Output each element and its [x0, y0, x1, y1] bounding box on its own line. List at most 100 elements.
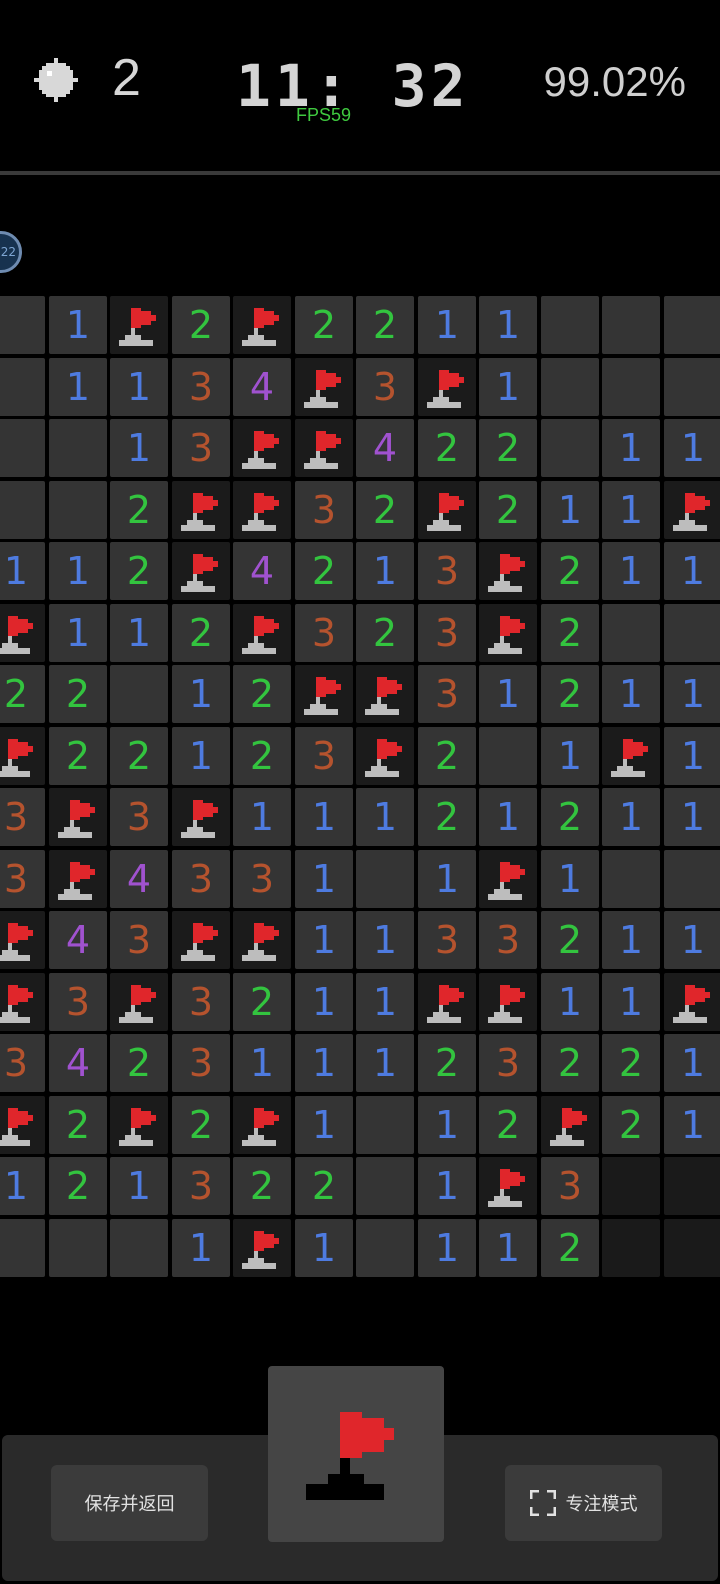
number-cell[interactable]: 3	[295, 604, 353, 662]
flagged-cell[interactable]	[0, 1096, 45, 1154]
number-cell[interactable]: 1	[664, 1096, 720, 1154]
number-cell[interactable]: 4	[233, 542, 291, 600]
number-cell[interactable]: 3	[541, 1157, 599, 1215]
flagged-cell[interactable]	[541, 1096, 599, 1154]
flagged-cell[interactable]	[0, 911, 45, 969]
number-cell[interactable]: 1	[602, 665, 660, 723]
number-cell[interactable]: 1	[295, 911, 353, 969]
number-cell[interactable]: 1	[356, 542, 414, 600]
number-cell[interactable]: 2	[49, 665, 107, 723]
empty-cell[interactable]	[602, 358, 660, 416]
number-cell[interactable]: 1	[295, 1096, 353, 1154]
number-cell[interactable]: 1	[664, 665, 720, 723]
empty-cell[interactable]	[0, 1219, 45, 1277]
number-cell[interactable]: 1	[479, 296, 537, 354]
number-cell[interactable]: 1	[172, 727, 230, 785]
number-cell[interactable]: 1	[664, 542, 720, 600]
number-cell[interactable]: 1	[418, 850, 476, 908]
flagged-cell[interactable]	[356, 665, 414, 723]
empty-cell[interactable]	[479, 727, 537, 785]
number-cell[interactable]: 2	[49, 1096, 107, 1154]
number-cell[interactable]: 1	[295, 973, 353, 1031]
number-cell[interactable]: 2	[110, 1034, 168, 1092]
player-avatar[interactable]: 22	[0, 231, 22, 273]
number-cell[interactable]: 1	[356, 1034, 414, 1092]
number-cell[interactable]: 2	[49, 1157, 107, 1215]
number-cell[interactable]: 1	[356, 973, 414, 1031]
number-cell[interactable]: 1	[418, 1219, 476, 1277]
number-cell[interactable]: 2	[110, 481, 168, 539]
number-cell[interactable]: 2	[233, 665, 291, 723]
empty-cell[interactable]	[0, 481, 45, 539]
covered-cell[interactable]	[664, 1157, 720, 1215]
empty-cell[interactable]	[110, 665, 168, 723]
number-cell[interactable]: 1	[110, 604, 168, 662]
covered-cell[interactable]	[664, 1219, 720, 1277]
flagged-cell[interactable]	[233, 604, 291, 662]
number-cell[interactable]: 3	[418, 665, 476, 723]
number-cell[interactable]: 2	[418, 727, 476, 785]
empty-cell[interactable]	[49, 1219, 107, 1277]
number-cell[interactable]: 2	[0, 665, 45, 723]
flagged-cell[interactable]	[172, 542, 230, 600]
number-cell[interactable]: 3	[49, 973, 107, 1031]
flagged-cell[interactable]	[295, 358, 353, 416]
number-cell[interactable]: 2	[172, 296, 230, 354]
save-and-return-button[interactable]: 保存并返回	[51, 1465, 208, 1541]
flagged-cell[interactable]	[233, 911, 291, 969]
flagged-cell[interactable]	[172, 911, 230, 969]
flagged-cell[interactable]	[356, 727, 414, 785]
flagged-cell[interactable]	[110, 296, 168, 354]
number-cell[interactable]: 3	[418, 542, 476, 600]
number-cell[interactable]: 1	[418, 1096, 476, 1154]
number-cell[interactable]: 2	[233, 727, 291, 785]
number-cell[interactable]: 3	[172, 419, 230, 477]
number-cell[interactable]: 1	[0, 542, 45, 600]
number-cell[interactable]: 1	[418, 296, 476, 354]
flagged-cell[interactable]	[479, 1157, 537, 1215]
flagged-cell[interactable]	[479, 850, 537, 908]
number-cell[interactable]: 1	[0, 1157, 45, 1215]
number-cell[interactable]: 1	[602, 911, 660, 969]
number-cell[interactable]: 1	[602, 419, 660, 477]
number-cell[interactable]: 1	[664, 788, 720, 846]
number-cell[interactable]: 1	[664, 727, 720, 785]
number-cell[interactable]: 1	[664, 911, 720, 969]
empty-cell[interactable]	[602, 850, 660, 908]
number-cell[interactable]: 3	[479, 1034, 537, 1092]
number-cell[interactable]: 1	[602, 481, 660, 539]
number-cell[interactable]: 3	[0, 1034, 45, 1092]
number-cell[interactable]: 2	[418, 1034, 476, 1092]
number-cell[interactable]: 2	[49, 727, 107, 785]
flagged-cell[interactable]	[295, 419, 353, 477]
flagged-cell[interactable]	[664, 973, 720, 1031]
number-cell[interactable]: 3	[110, 911, 168, 969]
number-cell[interactable]: 1	[172, 665, 230, 723]
flagged-cell[interactable]	[0, 973, 45, 1031]
flagged-cell[interactable]	[479, 973, 537, 1031]
empty-cell[interactable]	[541, 296, 599, 354]
focus-mode-button[interactable]: 专注模式	[505, 1465, 662, 1541]
flagged-cell[interactable]	[418, 358, 476, 416]
number-cell[interactable]: 2	[541, 788, 599, 846]
flag-mode-toggle-button[interactable]	[268, 1366, 444, 1542]
number-cell[interactable]: 2	[602, 1034, 660, 1092]
number-cell[interactable]: 1	[233, 788, 291, 846]
number-cell[interactable]: 1	[479, 1219, 537, 1277]
empty-cell[interactable]	[0, 419, 45, 477]
number-cell[interactable]: 2	[418, 419, 476, 477]
flagged-cell[interactable]	[49, 850, 107, 908]
number-cell[interactable]: 1	[541, 973, 599, 1031]
number-cell[interactable]: 2	[418, 788, 476, 846]
number-cell[interactable]: 1	[49, 296, 107, 354]
empty-cell[interactable]	[356, 1219, 414, 1277]
number-cell[interactable]: 2	[479, 1096, 537, 1154]
empty-cell[interactable]	[664, 604, 720, 662]
empty-cell[interactable]	[664, 296, 720, 354]
number-cell[interactable]: 1	[172, 1219, 230, 1277]
flagged-cell[interactable]	[479, 542, 537, 600]
number-cell[interactable]: 3	[418, 604, 476, 662]
number-cell[interactable]: 1	[479, 665, 537, 723]
empty-cell[interactable]	[356, 1157, 414, 1215]
number-cell[interactable]: 2	[356, 296, 414, 354]
